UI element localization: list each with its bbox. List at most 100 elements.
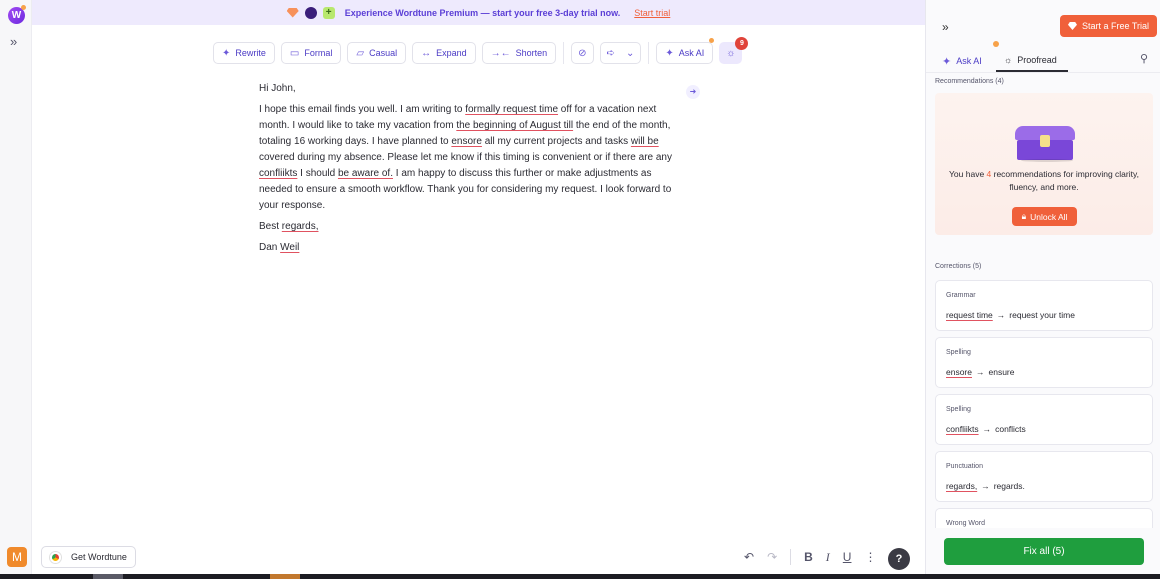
format-toolbar: ↶ ↷ B I U ⋮ [744,549,876,565]
rewrite-button[interactable]: ✦ Rewrite [213,42,275,64]
more-options-icon[interactable]: ⋮ [864,550,876,564]
shorten-icon: →← [490,47,511,59]
expand-icon: ↔ [421,47,432,59]
rewrite-toolbar: ✦ Rewrite ▭ Formal ▱ Casual ↔ Expand →← … [213,37,749,64]
toolbar-divider [563,42,565,64]
plus-icon: + [322,6,335,19]
flagged-phrase[interactable]: the beginning of August till [456,120,573,131]
taskbar-strip [0,574,1160,579]
avatar[interactable]: M [7,547,27,567]
flagged-phrase[interactable]: confliikts [259,168,297,179]
chat-icon: ▱ [356,47,365,59]
suggested-text: regards. [993,481,1025,491]
expand-sidebar-icon[interactable]: » [10,34,17,49]
original-text: regards, [946,481,978,491]
correction-card[interactable]: Spelling ensore → ensure [935,337,1153,388]
flagged-phrase[interactable]: be aware of. [338,168,393,179]
arrow-right-icon: → [996,310,1006,320]
sparkle-icon: ✦ [665,47,674,59]
corrections-heading: Corrections (5) [935,263,982,270]
undo-icon[interactable]: ↶ [744,550,754,564]
correction-suggestion: confliikts → conflicts [946,424,1026,434]
flagged-phrase[interactable]: formally request time [465,104,558,115]
sparkle-icon: ✦ [942,55,952,68]
tab-ask-ai[interactable]: ✦ Ask AI [942,41,999,72]
body-text: all my current projects and tasks [481,136,631,147]
shorten-label: Shorten [515,48,548,58]
recommendations-card: You have 4 recommendations for improving… [935,93,1153,235]
redo-icon[interactable]: ↷ [767,550,777,564]
flagged-word[interactable]: regards, [282,221,319,232]
filter-icon[interactable]: ⚲ [1140,52,1148,65]
flagged-phrase[interactable]: ensore [451,136,482,147]
tab-proofread[interactable]: ☼ Proofread [996,50,1068,72]
divider [790,549,792,565]
taskbar-item[interactable] [93,574,123,579]
formal-label: Formal [304,48,333,58]
arrow-right-icon: → [981,481,990,491]
casual-label: Casual [369,48,398,58]
email-editor[interactable]: Hi John, I hope this email finds you wel… [259,81,679,261]
tab-divider [926,72,1160,73]
correction-card[interactable]: Spelling confliikts → conflicts [935,394,1153,445]
greeting: Hi John, [259,83,296,94]
proofread-button[interactable]: ☼ 9 [719,37,749,64]
taskbar-item[interactable] [270,574,300,579]
expand-label: Expand [436,48,467,58]
fix-all-button[interactable]: Fix all (5) [944,538,1144,565]
help-button[interactable]: ? [888,548,910,570]
shorten-button[interactable]: →← Shorten [481,42,557,64]
chrome-icon [50,551,61,563]
correction-type: Punctuation [946,463,983,470]
lock-icon: 🔒︎ [1021,211,1027,221]
premium-banner: + Experience Wordtune Premium — start yo… [32,0,925,25]
arrow-right-icon: → [982,424,992,434]
casual-button[interactable]: ▱ Casual [347,42,407,64]
tab-proofread-label: Proofread [1017,55,1057,65]
panel-tabs: ✦ Ask AI ☼ Proofread [936,41,1156,72]
underline-button[interactable]: U [843,550,852,564]
left-rail: W » M [0,0,32,574]
start-free-trial-button[interactable]: Start a Free Trial [1060,15,1157,37]
tab-ask-ai-label: Ask AI [956,56,982,66]
original-text: ensore [946,367,972,377]
formal-button[interactable]: ▭ Formal [280,42,342,64]
recommendations-message: You have 4 recommendations for improving… [949,169,1139,192]
italic-button[interactable]: I [826,550,830,565]
continue-button[interactable]: ➪ ⌄ [599,42,642,64]
recommendations-heading: Recommendations (4) [935,78,1004,85]
unlock-all-label: Unlock All [1030,211,1068,222]
proofread-panel: » Start a Free Trial ✦ Ask AI ☼ Proofrea… [925,0,1160,574]
correction-type: Spelling [946,406,971,413]
arrow-right-icon[interactable]: ➜ [686,85,700,99]
signature: Dan Weil [259,240,679,256]
correction-suggestion: ensore → ensure [946,367,1015,377]
translate-button[interactable]: ⊘ [571,42,594,64]
notification-dot [21,5,26,10]
unlock-all-button[interactable]: 🔒︎ Unlock All [1012,207,1077,226]
start-trial-link[interactable]: Start trial [634,8,670,18]
get-wordtune-button[interactable]: Get Wordtune [41,546,136,568]
premium-dot [709,38,715,43]
premium-dot [993,41,999,47]
expand-button[interactable]: ↔ Expand [412,42,476,64]
bold-button[interactable]: B [804,550,813,564]
correction-card[interactable]: Punctuation regards, → regards. [935,451,1153,502]
signature-first: Dan [259,242,281,253]
flagged-word[interactable]: Weil [280,242,299,253]
ask-ai-button[interactable]: ✦ Ask AI [656,38,715,64]
closing-text: Best [259,221,282,232]
chevron-down-icon[interactable]: ⌄ [626,48,634,59]
suggested-text: ensure [988,367,1015,377]
correction-suggestion: regards, → regards. [946,481,1025,491]
original-text: confliikts [946,424,979,434]
collapse-panel-icon[interactable]: » [942,20,949,34]
flagged-phrase[interactable]: will be [631,136,659,147]
start-trial-label: Start a Free Trial [1081,21,1150,31]
lightbulb-icon: ☼ [1004,55,1013,65]
closing: Best regards, [259,219,679,235]
sparkle-icon: ✦ [222,47,231,59]
correction-card[interactable]: Grammar request time → request your time [935,280,1153,331]
get-wordtune-label: Get Wordtune [71,552,127,562]
banner-text: Experience Wordtune Premium — start your… [344,7,621,18]
